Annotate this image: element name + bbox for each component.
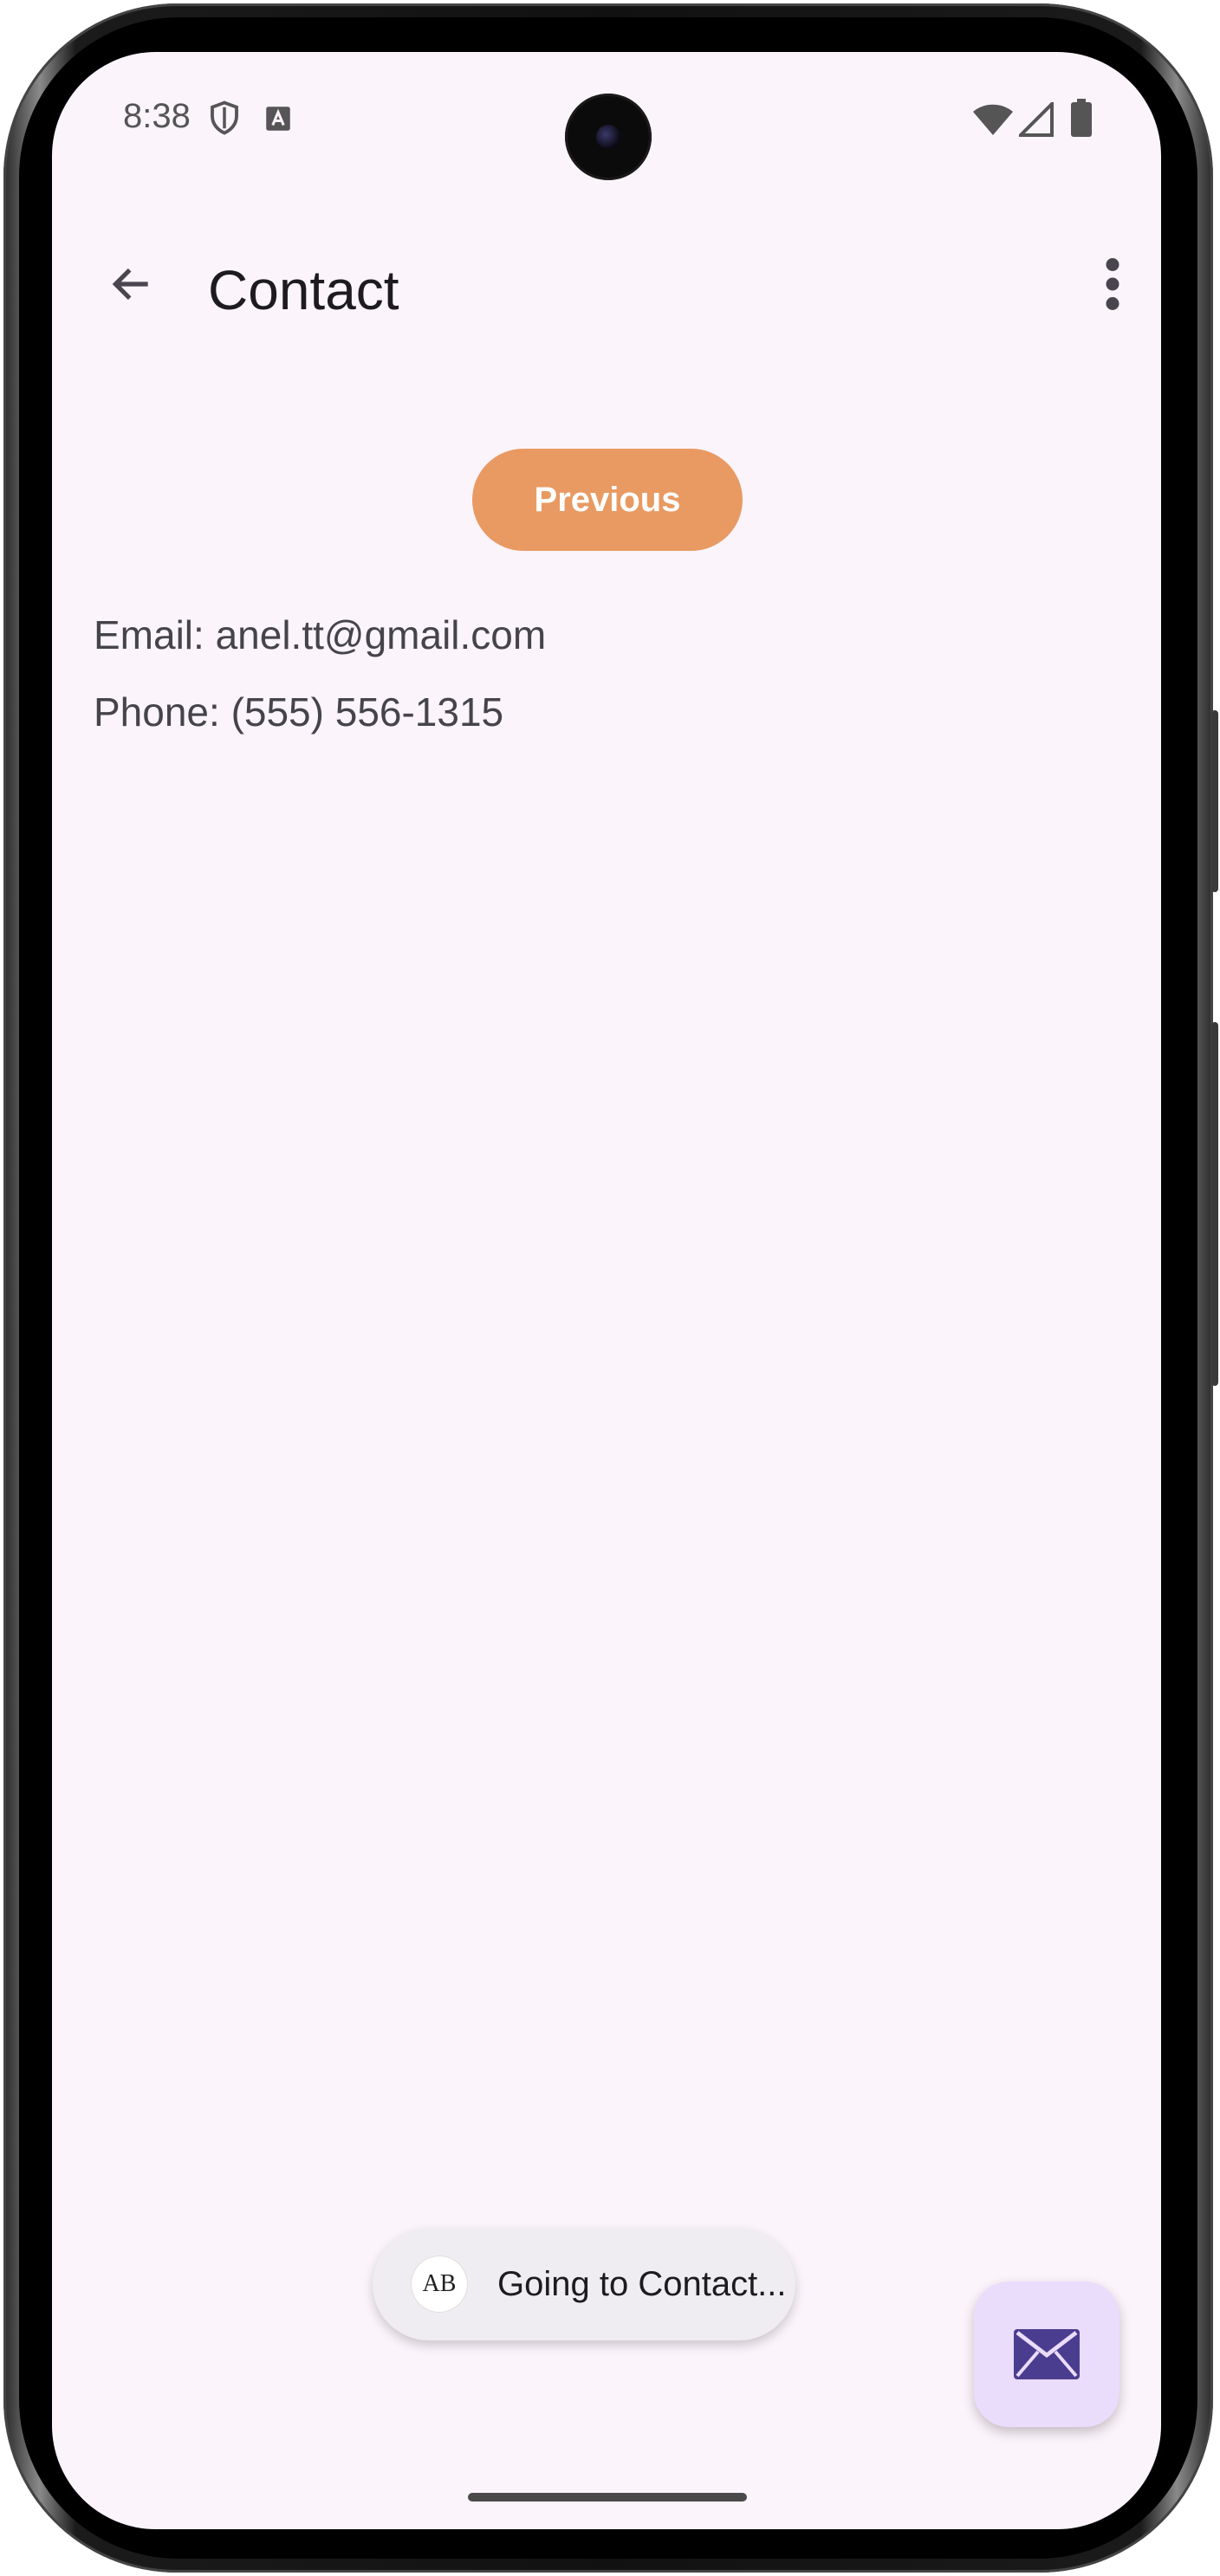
power-button bbox=[1211, 1022, 1218, 1386]
more-vert-icon bbox=[1106, 258, 1119, 310]
contact-phone: Phone: (555) 556-1315 bbox=[94, 689, 504, 735]
wifi-icon bbox=[972, 102, 1014, 141]
front-camera bbox=[565, 94, 652, 180]
volume-button bbox=[1211, 710, 1218, 892]
screen: 8:38 Contact Previous Email: anel.tt@gma… bbox=[52, 52, 1161, 2529]
home-indicator[interactable] bbox=[468, 2493, 747, 2502]
toast-text: Going to Contact... bbox=[497, 2264, 787, 2303]
email-icon bbox=[1014, 2329, 1080, 2379]
email-fab-button[interactable] bbox=[974, 2282, 1119, 2427]
signal-icon bbox=[1016, 100, 1054, 141]
back-button[interactable] bbox=[90, 243, 173, 326]
arrow-left-icon bbox=[112, 268, 148, 301]
status-time: 8:38 bbox=[123, 97, 191, 135]
shield-icon bbox=[206, 99, 243, 141]
toast-message: AB Going to Contact... bbox=[373, 2228, 795, 2340]
battery-icon bbox=[1071, 99, 1092, 141]
contact-email: Email: anel.tt@gmail.com bbox=[94, 612, 547, 657]
page-title: Contact bbox=[208, 259, 399, 321]
app-badge-icon: AB bbox=[411, 2256, 468, 2313]
overflow-menu-button[interactable] bbox=[1071, 243, 1154, 326]
previous-button[interactable]: Previous bbox=[472, 449, 743, 551]
font-a-icon bbox=[265, 106, 291, 136]
